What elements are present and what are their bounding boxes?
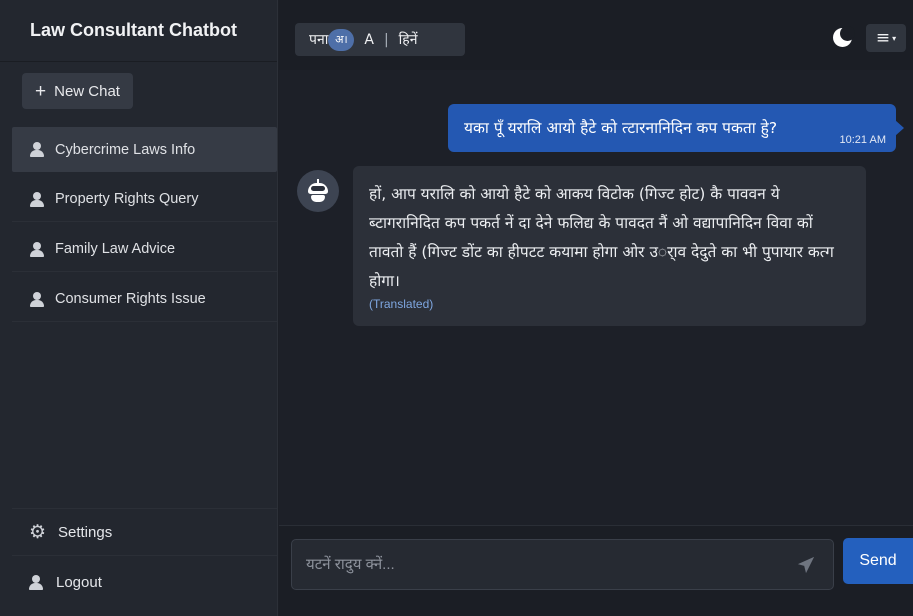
logout-label: Logout	[56, 574, 102, 591]
settings-label: Settings	[58, 523, 113, 541]
new-chat-label: New Chat	[54, 82, 120, 100]
language-separator: |	[383, 31, 389, 48]
user-message-text: यका पूँ यरालि आयो हैटे को त्टारनानिदिन क…	[464, 119, 778, 137]
message-composer: Send	[279, 525, 913, 616]
robot-icon	[306, 179, 330, 203]
chat-area: यका पूँ यरालि आयो हैटे को त्टारनानिदिन क…	[279, 70, 913, 525]
paper-plane-icon[interactable]	[797, 556, 815, 574]
user-icon	[30, 142, 44, 157]
user-message-bubble: यका पूँ यरालि आयो हैटे को त्टारनानिदिन क…	[448, 104, 904, 152]
moon-icon[interactable]	[831, 26, 855, 49]
bot-message-text: हों, आप यरालि को आयो हैटे को आकय विटोक (…	[369, 185, 834, 290]
sidebar: Law Consultant Chatbot + New Chat Cyberc…	[0, 0, 278, 616]
user-icon	[30, 291, 44, 307]
main-panel: पना अ। A | हिनें ≡ ▾ यका पूँ यरालि आयो है…	[279, 0, 913, 616]
bot-message-bubble: हों, आप यरालि को आयो हैटे को आकय विटोक (…	[353, 166, 866, 326]
chat-history-list: Cybercrime Laws Info Property Rights Que…	[12, 127, 277, 327]
send-button[interactable]: Send	[843, 538, 913, 584]
sidebar-item-label: Family Law Advice	[55, 241, 176, 257]
language-option-label: पना	[309, 32, 329, 48]
sidebar-item-family-law-advice[interactable]: Family Law Advice	[12, 227, 277, 272]
language-toggle[interactable]: अ।	[328, 28, 355, 51]
translated-note: (Translated)	[369, 297, 434, 311]
sidebar-item-label: Property Rights Query	[55, 191, 199, 207]
top-bar: पना अ। A | हिनें ≡ ▾	[279, 0, 913, 70]
sidebar-item-consumer-rights-issue[interactable]: Consumer Rights Issue	[12, 277, 277, 322]
sidebar-footer: ⚙ Settings Logout	[12, 508, 277, 606]
language-switcher[interactable]: पना अ। A | हिनें	[295, 23, 465, 56]
user-icon	[30, 191, 44, 207]
logout-button[interactable]: Logout	[12, 559, 277, 606]
language-option-a: A	[364, 31, 374, 48]
gear-icon: ⚙	[29, 521, 47, 543]
new-chat-button[interactable]: + New Chat	[22, 73, 133, 109]
hamburger-menu-icon[interactable]: ≡ ▾	[866, 24, 906, 52]
message-input-wrapper	[291, 539, 834, 590]
settings-button[interactable]: ⚙ Settings	[12, 509, 277, 556]
message-input[interactable]	[292, 540, 833, 589]
sidebar-item-cybercrime-laws-info[interactable]: Cybercrime Laws Info	[12, 127, 277, 172]
user-icon	[30, 241, 44, 257]
sidebar-item-label: Cybercrime Laws Info	[55, 141, 196, 158]
language-option-hindi: हिनें	[398, 32, 418, 48]
sidebar-item-property-rights-query[interactable]: Property Rights Query	[12, 177, 277, 222]
sidebar-item-label: Consumer Rights Issue	[55, 291, 206, 307]
message-timestamp: 10:21 AM	[839, 134, 886, 146]
user-icon	[29, 575, 43, 590]
plus-icon: +	[35, 80, 47, 102]
bot-avatar	[297, 170, 339, 212]
app-title: Law Consultant Chatbot	[0, 0, 277, 62]
